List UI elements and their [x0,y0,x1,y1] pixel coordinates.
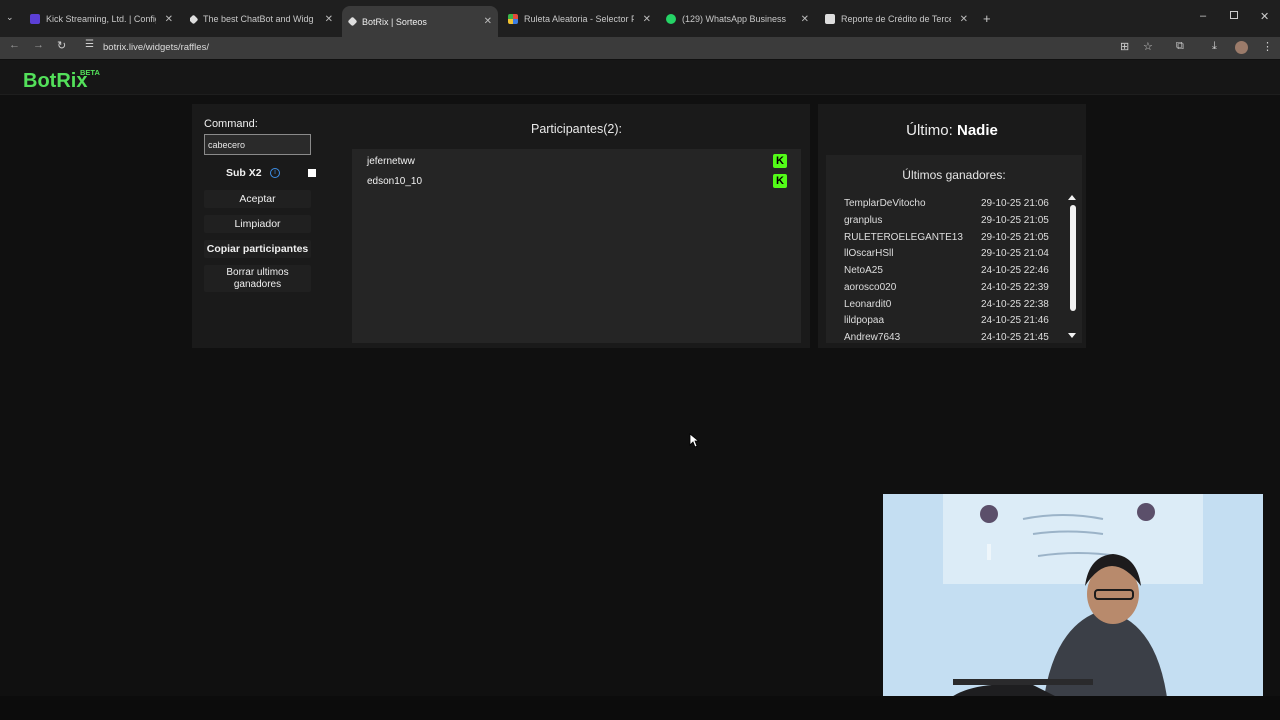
webcam-scene [883,494,1263,705]
wheel-favicon-icon [508,14,518,24]
translate-icon[interactable]: ⊞ [1120,40,1129,53]
menu-icon[interactable]: ⋮ [1262,40,1273,53]
mouse-cursor-icon [689,433,699,448]
bookmark-star-icon[interactable]: ☆ [1143,40,1153,53]
clean-button[interactable]: Limpiador [204,215,311,233]
tab-botrix-home[interactable]: The best ChatBot and Widgets ✕ [190,8,335,30]
command-label: Command: [204,118,258,130]
copy-participants-button[interactable]: Copiar participantes [204,240,311,258]
botrix-favicon-icon [347,16,358,27]
webcam-overlay [883,494,1263,705]
winner-row: lildpopaa 24-10-25 21:46 [844,315,1054,329]
tab-ruleta[interactable]: Ruleta Aleatoria - Selector Pers ✕ [508,8,653,30]
participants-title: Participantes(2): [530,122,622,136]
kick-icon: K [773,174,787,188]
participant-name: jefernetww [367,156,415,167]
winner-row: llOscarHSll 29-10-25 21:04 [844,248,1054,262]
back-icon[interactable]: ← [9,39,20,51]
screen-bottom-bar [0,696,1280,720]
winner-date: 29-10-25 21:05 [981,215,1049,226]
close-icon[interactable]: ✕ [801,14,809,25]
winner-date: 24-10-25 22:46 [981,265,1049,276]
participant-name: edson10_10 [367,176,423,187]
scroll-up-icon[interactable] [1068,195,1076,200]
winner-date: 29-10-25 21:04 [981,248,1049,259]
last-winner-value: Nadie [956,122,998,139]
winner-name: Andrew7643 [844,332,901,343]
close-icon[interactable]: ✕ [325,14,333,25]
winner-date: 29-10-25 21:05 [981,232,1049,243]
site-info-icon[interactable]: ☰ [85,39,94,50]
close-window-icon[interactable]: ✕ [1260,10,1269,23]
winner-name: TemplarDeVitocho [844,198,926,209]
last-winner-label: Último: [906,122,953,139]
sub-x2-label: Sub X2 [226,167,262,179]
winner-name: aorosco020 [844,282,897,293]
sub-x2-checkbox[interactable] [308,169,316,177]
winner-date: 24-10-25 22:39 [981,282,1049,293]
close-icon[interactable]: ✕ [643,14,651,25]
close-icon[interactable]: ✕ [165,14,173,25]
winner-date: 29-10-25 21:06 [981,198,1049,209]
winner-row: NetoA25 24-10-25 22:46 [844,265,1054,279]
participant-row[interactable]: edson10_10 K [367,174,787,192]
tab-kick[interactable]: Kick Streaming, Ltd. | Configura ✕ [30,8,175,30]
close-icon[interactable]: ✕ [960,14,968,25]
download-icon[interactable]: ⤓ [1212,40,1217,53]
whatsapp-favicon-icon [666,14,676,24]
winner-row: Leonardit0 24-10-25 22:38 [844,299,1054,313]
tab-botrix-sorteos[interactable]: BotRix | Sorteos ✕ [342,6,498,37]
site-header: BotRix BETA [0,60,1280,95]
kick-favicon-icon [30,14,40,24]
winner-name: RULETEROELEGANTE13 [844,232,963,243]
winner-row: Andrew7643 24-10-25 21:45 [844,332,1054,343]
winner-name: llOscarHSll [844,248,894,259]
kick-icon: K [773,154,787,168]
browser-toolbar: ← → ↻ ☰ botrix.live/widgets/raffles/ ⊞ ☆… [0,37,1280,59]
botrix-favicon-icon [190,14,199,24]
close-icon[interactable]: ✕ [484,16,492,27]
participants-list: jefernetww K edson10_10 K [352,149,801,343]
tab-search-icon[interactable]: ⌄ [6,12,14,23]
extensions-icon[interactable]: ⧉ [1176,40,1184,53]
beta-badge: BETA [80,68,100,77]
minimize-icon[interactable]: – [1200,10,1206,22]
winner-name: NetoA25 [844,265,883,276]
reload-icon[interactable]: ↻ [57,39,66,52]
winner-date: 24-10-25 22:38 [981,299,1049,310]
new-tab-icon[interactable]: + [983,11,991,26]
command-input[interactable] [204,134,311,155]
winner-name: Leonardit0 [844,299,892,310]
winners-title: Últimos ganadores: [902,168,1006,182]
winner-row: aorosco020 24-10-25 22:39 [844,282,1054,296]
delete-winners-button[interactable]: Borrar ultimos ganadores [204,265,311,292]
winner-row: granplus 29-10-25 21:05 [844,215,1054,229]
scroll-down-icon[interactable] [1068,333,1076,338]
winner-date: 24-10-25 21:45 [981,332,1049,343]
forward-icon[interactable]: → [33,39,44,51]
tab-whatsapp[interactable]: (129) WhatsApp Business ✕ [666,8,811,30]
winner-date: 24-10-25 21:46 [981,315,1049,326]
profile-avatar-icon[interactable] [1235,41,1248,54]
browser-tab-bar: ⌄ Kick Streaming, Ltd. | Configura ✕ The… [0,0,1280,37]
winners-list[interactable]: Últimos ganadores: TemplarDeVitocho 29-1… [826,155,1082,343]
info-icon[interactable]: i [270,168,280,178]
winner-name: lildpopaa [844,315,885,326]
scrollbar-thumb[interactable] [1070,205,1076,311]
last-winner: Último: Nadie [818,122,1086,139]
participant-row[interactable]: jefernetww K [367,154,787,172]
address-bar[interactable]: botrix.live/widgets/raffles/ [103,42,209,53]
winner-row: TemplarDeVitocho 29-10-25 21:06 [844,198,1054,212]
winner-row: RULETEROELEGANTE13 29-10-25 21:05 [844,232,1054,246]
restore-icon[interactable] [1230,11,1238,19]
botrix-logo[interactable]: BotRix [23,70,87,93]
winner-name: granplus [844,215,883,226]
doc-favicon-icon [825,14,835,24]
tab-reporte[interactable]: Reporte de Crédito de Tercero ✕ [825,8,970,30]
accept-button[interactable]: Aceptar [204,190,311,208]
